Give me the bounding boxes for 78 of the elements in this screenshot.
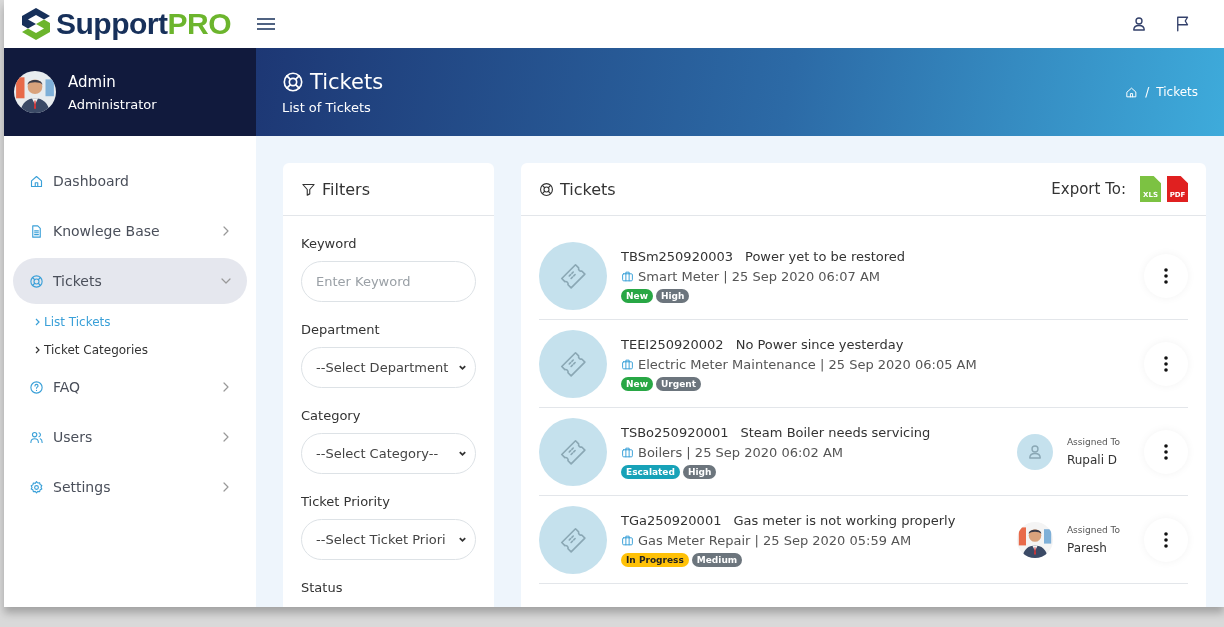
user-role: Administrator — [68, 96, 157, 112]
status-badge: Urgent — [655, 376, 701, 391]
sidebar-item[interactable]: FAQ — [13, 364, 247, 410]
status-badge: Medium — [691, 552, 743, 567]
keyword-field[interactable]: Enter Keyword — [301, 261, 476, 302]
ticket-meta: Boilers | 25 Sep 2020 06:02 AM — [638, 444, 844, 460]
user-button[interactable] — [1130, 15, 1148, 33]
ticket-subject: Gas meter is not working properly — [733, 512, 956, 528]
ticket-id[interactable]: TGa250920001 — [621, 512, 722, 528]
status-badge: In Progress — [621, 552, 689, 567]
field-label: Keyword — [301, 236, 358, 251]
home-icon[interactable] — [1125, 85, 1139, 99]
field-label: Status — [301, 580, 344, 595]
sidebar-item[interactable]: Dashboard — [13, 158, 247, 204]
lifebuoy-icon — [29, 273, 44, 289]
page-subtitle: List of Tickets — [282, 99, 372, 115]
user-name: Admin — [68, 72, 117, 91]
export-label: Export To: — [1051, 180, 1126, 198]
sidebar-item[interactable]: Users — [13, 414, 247, 460]
ticket-id[interactable]: TBSm250920003 — [621, 248, 733, 264]
chevron-right-icon — [221, 482, 231, 492]
status-badge: Escalated — [621, 464, 680, 479]
sidebar-item[interactable]: Settings — [13, 464, 247, 510]
settings-icon — [29, 479, 44, 495]
chevron-down-icon — [458, 449, 467, 458]
status-badge: High — [655, 288, 690, 303]
assigned-label: Assigned To — [1066, 436, 1120, 447]
ticket-subject: Power yet to be restored — [745, 248, 906, 264]
assignee-name: Paresh — [1066, 540, 1108, 555]
briefcase-icon — [621, 445, 634, 459]
logo-icon — [20, 7, 52, 41]
field-label: Category — [301, 408, 362, 423]
ticket-meta: Electric Meter Maintenance | 25 Sep 2020 06:05 AM — [638, 356, 977, 372]
ticket-id[interactable]: TEEI250920002 — [621, 336, 724, 352]
home-icon — [29, 173, 44, 189]
assignee-name: Rupali D — [1066, 452, 1119, 467]
assigned-label: Assigned To — [1066, 524, 1120, 535]
field-label: Department — [301, 322, 381, 337]
more-vertical-icon — [1164, 531, 1168, 548]
briefcase-icon — [621, 357, 634, 371]
ticket-subject: Steam Boiler needs servicing — [740, 424, 931, 440]
field-label: Ticket Priority — [301, 494, 391, 509]
sidebar-item[interactable]: Knowlege Base — [13, 208, 247, 254]
chevron-right-icon — [221, 432, 231, 442]
lifebuoy-icon — [539, 181, 554, 197]
chevron-right-icon — [221, 382, 231, 392]
ticket-subject: No Power since yesterday — [735, 336, 904, 352]
document-icon — [29, 223, 44, 239]
breadcrumb-separator: / — [1145, 85, 1150, 99]
more-vertical-icon — [1164, 267, 1168, 284]
help-icon — [29, 379, 44, 395]
chevron-down-icon — [458, 363, 467, 372]
briefcase-icon — [621, 533, 634, 547]
sidebar-item[interactable]: Tickets — [13, 258, 247, 304]
brand-name: SupportPRO — [56, 7, 231, 41]
ticket-id[interactable]: TSBo250920001 — [621, 424, 729, 440]
more-vertical-icon — [1164, 443, 1168, 460]
submenu-item[interactable]: Ticket Categories — [13, 336, 247, 364]
status-badge: High — [682, 464, 717, 479]
chevron-right-icon — [35, 346, 41, 354]
panel-title: Filters — [322, 179, 370, 199]
users-icon — [29, 429, 44, 445]
briefcase-icon — [621, 269, 634, 283]
panel-title: Tickets — [560, 179, 616, 199]
chevron-down-icon — [221, 276, 231, 286]
breadcrumb-item: Tickets — [1156, 85, 1198, 99]
chevron-right-icon — [221, 226, 231, 236]
chevron-right-icon — [35, 318, 41, 326]
lifebuoy-icon — [282, 70, 304, 93]
status-badge: New — [621, 376, 653, 391]
ticket-meta: Smart Meter | 25 Sep 2020 06:07 AM — [638, 268, 880, 284]
user-icon — [1130, 15, 1148, 33]
chevron-down-icon — [458, 535, 467, 544]
page-title: Tickets — [310, 69, 384, 94]
more-vertical-icon — [1164, 355, 1168, 372]
status-badge: New — [621, 288, 653, 303]
filter-icon — [301, 181, 316, 197]
ticket-meta: Gas Meter Repair | 25 Sep 2020 05:59 AM — [638, 532, 912, 548]
